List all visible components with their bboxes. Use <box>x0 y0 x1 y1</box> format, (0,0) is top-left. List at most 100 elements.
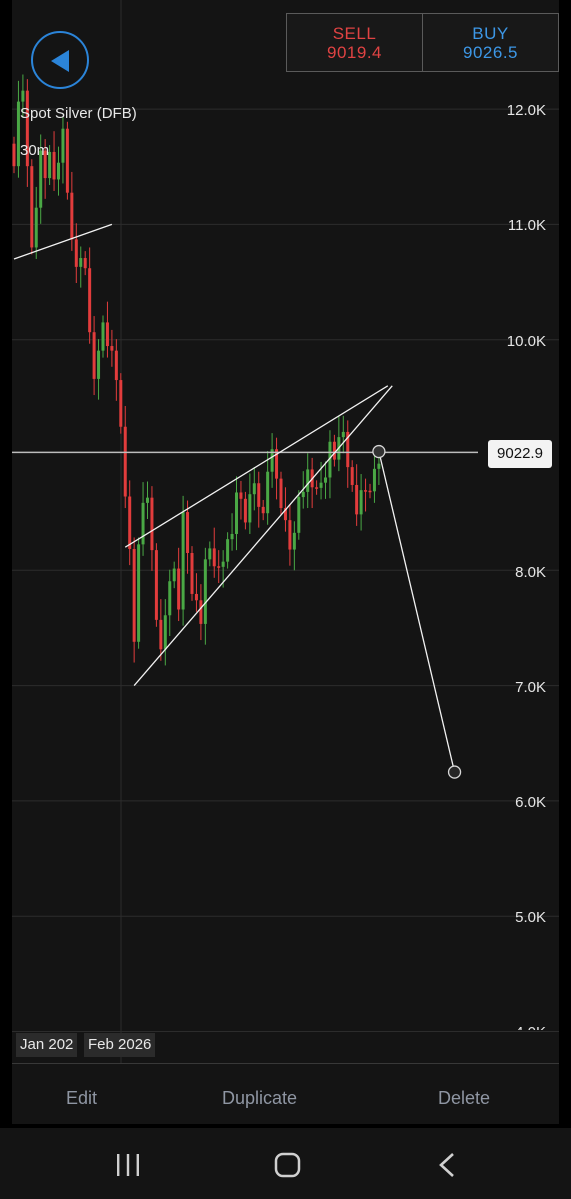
candle-body <box>30 166 34 248</box>
y-tick-label: 5.0K <box>515 909 546 926</box>
back-button[interactable] <box>31 31 89 89</box>
date-label-feb: Feb 2026 <box>84 1033 156 1057</box>
trade-panel: SELL 9019.4 BUY 9026.5 <box>286 13 559 72</box>
y-tick-label: 12.0K <box>506 102 546 119</box>
buy-price: 9026.5 <box>463 43 518 62</box>
candle-body <box>252 483 256 495</box>
candle-body <box>279 478 283 509</box>
candle-body <box>257 483 261 507</box>
candle-body <box>57 162 60 180</box>
candle-body <box>172 568 176 582</box>
timeframe-label[interactable]: 30m <box>20 142 49 159</box>
buy-button[interactable]: BUY 9026.5 <box>422 14 558 71</box>
candle-body <box>248 494 252 523</box>
projection-line <box>378 451 456 773</box>
candle-body <box>190 553 194 594</box>
candle-body <box>261 506 265 514</box>
candle-body <box>301 491 305 498</box>
trendline <box>13 223 113 260</box>
candle-body <box>34 207 38 248</box>
candle-body <box>52 151 56 180</box>
system-nav-bar <box>0 1128 571 1199</box>
candle-body <box>235 492 238 534</box>
candle-body <box>137 544 141 642</box>
candle-body <box>79 258 83 267</box>
y-tick-label: 10.0K <box>506 333 546 350</box>
candle-body <box>128 496 132 549</box>
projection-end-handle <box>447 765 462 779</box>
duplicate-button[interactable]: Duplicate <box>222 1088 297 1109</box>
projection-start-handle <box>372 444 386 459</box>
candle-body <box>315 487 319 489</box>
candle-body <box>319 482 323 488</box>
y-tick-label: 8.0K <box>515 564 546 581</box>
candle-body <box>186 512 190 554</box>
sell-button[interactable]: SELL 9019.4 <box>287 14 422 71</box>
chart-panel[interactable]: SELL 9019.4 BUY 9026.5 Spot Silver (DFB)… <box>12 0 559 1063</box>
trendline <box>133 385 393 687</box>
candle-body <box>266 471 270 514</box>
candle-body <box>208 548 212 560</box>
candle-body <box>92 332 96 379</box>
date-label-jan: Jan 202 <box>16 1033 78 1057</box>
candle-body <box>61 128 65 163</box>
candle-body <box>39 150 43 208</box>
delete-button[interactable]: Delete <box>438 1088 490 1109</box>
candle-body <box>203 559 207 624</box>
candle-body <box>146 497 149 503</box>
candle-body <box>350 467 354 485</box>
candle-body <box>97 350 101 379</box>
candle-body <box>217 566 221 568</box>
candle-body <box>21 90 25 102</box>
candle-body <box>288 520 292 550</box>
candle-body <box>154 550 158 620</box>
nav-back-icon[interactable] <box>438 1152 456 1178</box>
sell-label: SELL <box>332 24 377 43</box>
candle-body <box>324 477 327 483</box>
candle-body <box>119 380 123 427</box>
candle-body <box>199 600 203 624</box>
candle-body <box>306 469 310 492</box>
drawing-action-bar: Edit Duplicate Delete <box>12 1063 559 1124</box>
candle-body <box>101 322 105 351</box>
candle-body <box>114 350 118 381</box>
candle-body <box>163 615 167 650</box>
current-price-tag: 9022.9 <box>488 440 552 468</box>
candle-body <box>168 581 172 616</box>
candle-body <box>364 490 368 492</box>
candle-body <box>83 258 87 269</box>
y-tick-label: 6.0K <box>515 794 546 811</box>
candle-body <box>212 548 216 567</box>
candle-body <box>194 593 198 601</box>
recent-apps-icon[interactable] <box>116 1154 140 1176</box>
candle-body <box>332 441 336 460</box>
buy-label: BUY <box>472 24 509 43</box>
candle-body <box>243 498 247 523</box>
candle-body <box>110 346 114 351</box>
candle-body <box>292 532 296 550</box>
candle-body <box>226 539 230 562</box>
y-tick-label: 7.0K <box>515 679 546 696</box>
candle-body <box>105 322 109 347</box>
candle-body <box>239 492 243 499</box>
candle-body <box>141 502 145 545</box>
sell-price: 9019.4 <box>327 43 382 62</box>
candle-body <box>377 463 381 469</box>
candle-body <box>341 431 345 438</box>
y-tick-label: 11.0K <box>507 217 546 234</box>
candle-body <box>150 497 154 551</box>
candle-body <box>230 533 234 540</box>
candle-body <box>368 490 372 493</box>
candle-body <box>12 143 16 167</box>
candle-body <box>74 239 78 267</box>
candle-body <box>177 568 181 610</box>
edit-button[interactable]: Edit <box>66 1088 97 1109</box>
candle-body <box>65 128 69 193</box>
candle-body <box>159 619 163 650</box>
home-icon[interactable] <box>274 1152 301 1178</box>
instrument-name: Spot Silver (DFB) <box>20 105 137 122</box>
y-tick-label: 4.0K <box>515 1024 546 1030</box>
candle-body <box>359 490 363 515</box>
price-chart[interactable] <box>12 0 559 1063</box>
back-arrow-icon <box>51 50 69 72</box>
